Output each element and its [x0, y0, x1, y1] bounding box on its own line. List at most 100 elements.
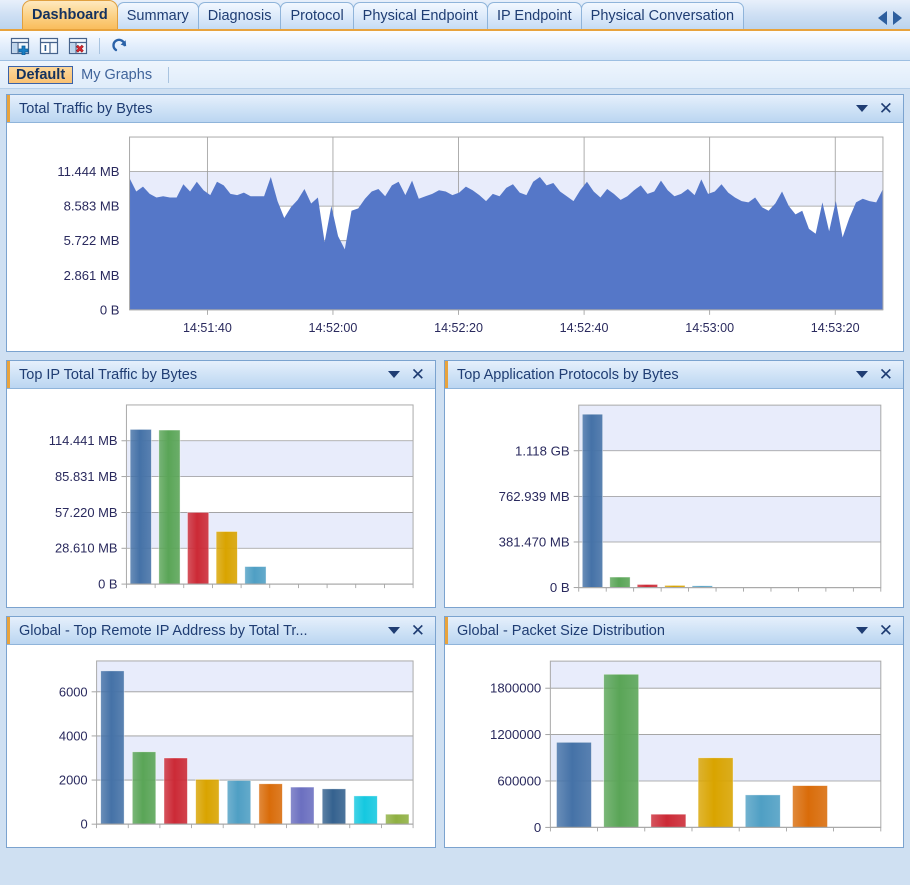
close-icon[interactable]: ✕: [411, 622, 425, 639]
panel-title: Total Traffic by Bytes: [19, 100, 153, 117]
svg-text:85.831 MB: 85.831 MB: [55, 469, 118, 484]
add-panel-icon[interactable]: [8, 35, 32, 57]
svg-text:0 B: 0 B: [98, 577, 117, 592]
panel-top-ip-traffic: Top IP Total Traffic by Bytes ✕ 0 B 28.61…: [6, 360, 436, 608]
chevron-down-icon[interactable]: [855, 627, 868, 634]
panel-header: Global - Top Remote IP Address by Total …: [7, 617, 435, 645]
panel-top-remote-ip: Global - Top Remote IP Address by Total …: [6, 616, 436, 848]
panel-accent-bar: [445, 361, 448, 388]
scroll-left-icon[interactable]: [878, 11, 887, 25]
close-icon[interactable]: ✕: [879, 622, 893, 639]
svg-text:1200000: 1200000: [490, 727, 541, 742]
main-tab-bar: Dashboard Summary Diagnosis Protocol Phy…: [0, 0, 910, 31]
area-chart-total-traffic[interactable]: 0 B 2.861 MB 5.722 MB 8.583 MB 11.444 MB 14:5…: [11, 129, 895, 352]
panel-controls: ✕: [855, 100, 897, 117]
panel-controls: ✕: [855, 366, 897, 383]
svg-text:14:52:20: 14:52:20: [434, 321, 483, 335]
svg-text:14:52:40: 14:52:40: [560, 321, 609, 335]
panel-accent-bar: [7, 95, 10, 122]
subtab-default[interactable]: Default: [8, 65, 74, 84]
panel-accent-bar: [7, 617, 10, 644]
panel-title: Top IP Total Traffic by Bytes: [19, 366, 198, 383]
tab-diagnosis[interactable]: Diagnosis: [197, 2, 282, 29]
panel-title: Global - Top Remote IP Address by Total …: [19, 622, 308, 639]
tab-scroll-controls: [870, 11, 910, 29]
subtab-divider: [168, 66, 170, 83]
chevron-down-icon[interactable]: [387, 371, 400, 378]
scroll-right-icon[interactable]: [893, 11, 902, 25]
svg-text:0 B: 0 B: [550, 580, 570, 595]
toolbar-separator: [99, 37, 100, 54]
tab-label: Protocol: [290, 8, 344, 24]
svg-text:8.583 MB: 8.583 MB: [64, 199, 120, 214]
svg-text:6000: 6000: [59, 684, 88, 699]
panel-body: 0 2000 4000 6000: [7, 645, 435, 847]
tab-summary[interactable]: Summary: [116, 2, 199, 29]
tab-protocol[interactable]: Protocol: [280, 2, 354, 29]
svg-text:57.220 MB: 57.220 MB: [55, 505, 118, 520]
svg-text:11.444 MB: 11.444 MB: [57, 164, 119, 179]
svg-text:600000: 600000: [497, 774, 541, 789]
panel-header: Top IP Total Traffic by Bytes ✕: [7, 361, 435, 389]
panel-body: 0 B 28.610 MB 57.220 MB 85.831 MB 114.441 MB: [7, 389, 435, 607]
panel-header: Total Traffic by Bytes ✕: [7, 95, 903, 123]
svg-text:4000: 4000: [59, 728, 88, 743]
panel-top-app-protocols: Top Application Protocols by Bytes ✕ 0 B…: [444, 360, 904, 608]
close-icon[interactable]: ✕: [879, 366, 893, 383]
panel-controls: ✕: [387, 366, 429, 383]
svg-text:14:53:20: 14:53:20: [811, 321, 860, 335]
tab-label: Dashboard: [32, 7, 108, 23]
panel-body: 0 B 381.470 MB 762.939 MB 1.118 GB: [445, 389, 903, 608]
svg-text:114.441 MB: 114.441 MB: [49, 433, 118, 448]
tab-label: IP Endpoint: [496, 8, 572, 24]
tab-physical-endpoint[interactable]: Physical Endpoint: [352, 2, 488, 29]
svg-text:0: 0: [80, 817, 87, 832]
close-icon[interactable]: ✕: [411, 366, 425, 383]
bar-chart-top-remote-ip[interactable]: 0 2000 4000 6000: [11, 651, 427, 846]
svg-text:14:53:00: 14:53:00: [685, 321, 734, 335]
close-icon[interactable]: ✕: [879, 100, 893, 117]
panel-controls: ✕: [387, 622, 429, 639]
bar-chart-packet-size-distribution[interactable]: 0 600000 1200000 1800000: [449, 651, 895, 848]
panel-body: 0 600000 1200000 1800000: [445, 645, 903, 848]
svg-text:1.118 GB: 1.118 GB: [515, 443, 570, 458]
tab-label: Physical Conversation: [590, 8, 735, 24]
panel-properties-icon[interactable]: [37, 35, 61, 57]
panel-controls: ✕: [855, 622, 897, 639]
bar-chart-top-app-protocols[interactable]: 0 B 381.470 MB 762.939 MB 1.118 GB: [449, 395, 895, 608]
panel-body: 0 B 2.861 MB 5.722 MB 8.583 MB 11.444 MB 14:5…: [7, 123, 903, 352]
subtab-my-graphs[interactable]: My Graphs: [73, 66, 160, 84]
tab-dashboard[interactable]: Dashboard: [22, 0, 118, 29]
dashboard-row-3: Global - Top Remote IP Address by Total …: [6, 616, 904, 848]
dashboard-area: Total Traffic by Bytes ✕ 0 B 2.861 MB 5.72…: [0, 90, 910, 885]
tab-physical-conversation[interactable]: Physical Conversation: [580, 2, 745, 29]
svg-text:762.939 MB: 762.939 MB: [499, 489, 570, 504]
svg-text:381.470 MB: 381.470 MB: [499, 535, 570, 550]
svg-text:0: 0: [534, 820, 541, 835]
bar-chart-top-ip-traffic[interactable]: 0 B 28.610 MB 57.220 MB 85.831 MB 114.441 MB: [11, 395, 427, 606]
svg-text:28.610 MB: 28.610 MB: [55, 541, 118, 556]
panel-total-traffic: Total Traffic by Bytes ✕ 0 B 2.861 MB 5.72…: [6, 94, 904, 352]
chevron-down-icon[interactable]: [855, 105, 868, 112]
tab-label: Physical Endpoint: [362, 8, 478, 24]
delete-panel-icon[interactable]: [66, 35, 90, 57]
svg-text:5.722 MB: 5.722 MB: [64, 233, 120, 248]
dashboard-row-2: Top IP Total Traffic by Bytes ✕ 0 B 28.61…: [6, 360, 904, 608]
svg-text:1800000: 1800000: [490, 681, 541, 696]
tab-label: Summary: [126, 8, 189, 24]
panel-accent-bar: [445, 617, 448, 644]
panel-header: Global - Packet Size Distribution ✕: [445, 617, 903, 645]
svg-text:0 B: 0 B: [100, 302, 120, 317]
chevron-down-icon[interactable]: [855, 371, 868, 378]
tab-label: Diagnosis: [207, 8, 272, 24]
chevron-down-icon[interactable]: [387, 627, 400, 634]
tab-ip-endpoint[interactable]: IP Endpoint: [486, 2, 582, 29]
panel-title: Global - Packet Size Distribution: [457, 622, 665, 639]
svg-text:2.861 MB: 2.861 MB: [64, 268, 120, 283]
refresh-icon[interactable]: [109, 35, 133, 57]
graph-set-tabs: Default My Graphs: [0, 61, 910, 89]
panel-packet-size-distribution: Global - Packet Size Distribution ✕ 0 600…: [444, 616, 904, 848]
svg-text:2000: 2000: [59, 773, 88, 788]
dashboard-toolbar: [0, 31, 910, 61]
panel-header: Top Application Protocols by Bytes ✕: [445, 361, 903, 389]
